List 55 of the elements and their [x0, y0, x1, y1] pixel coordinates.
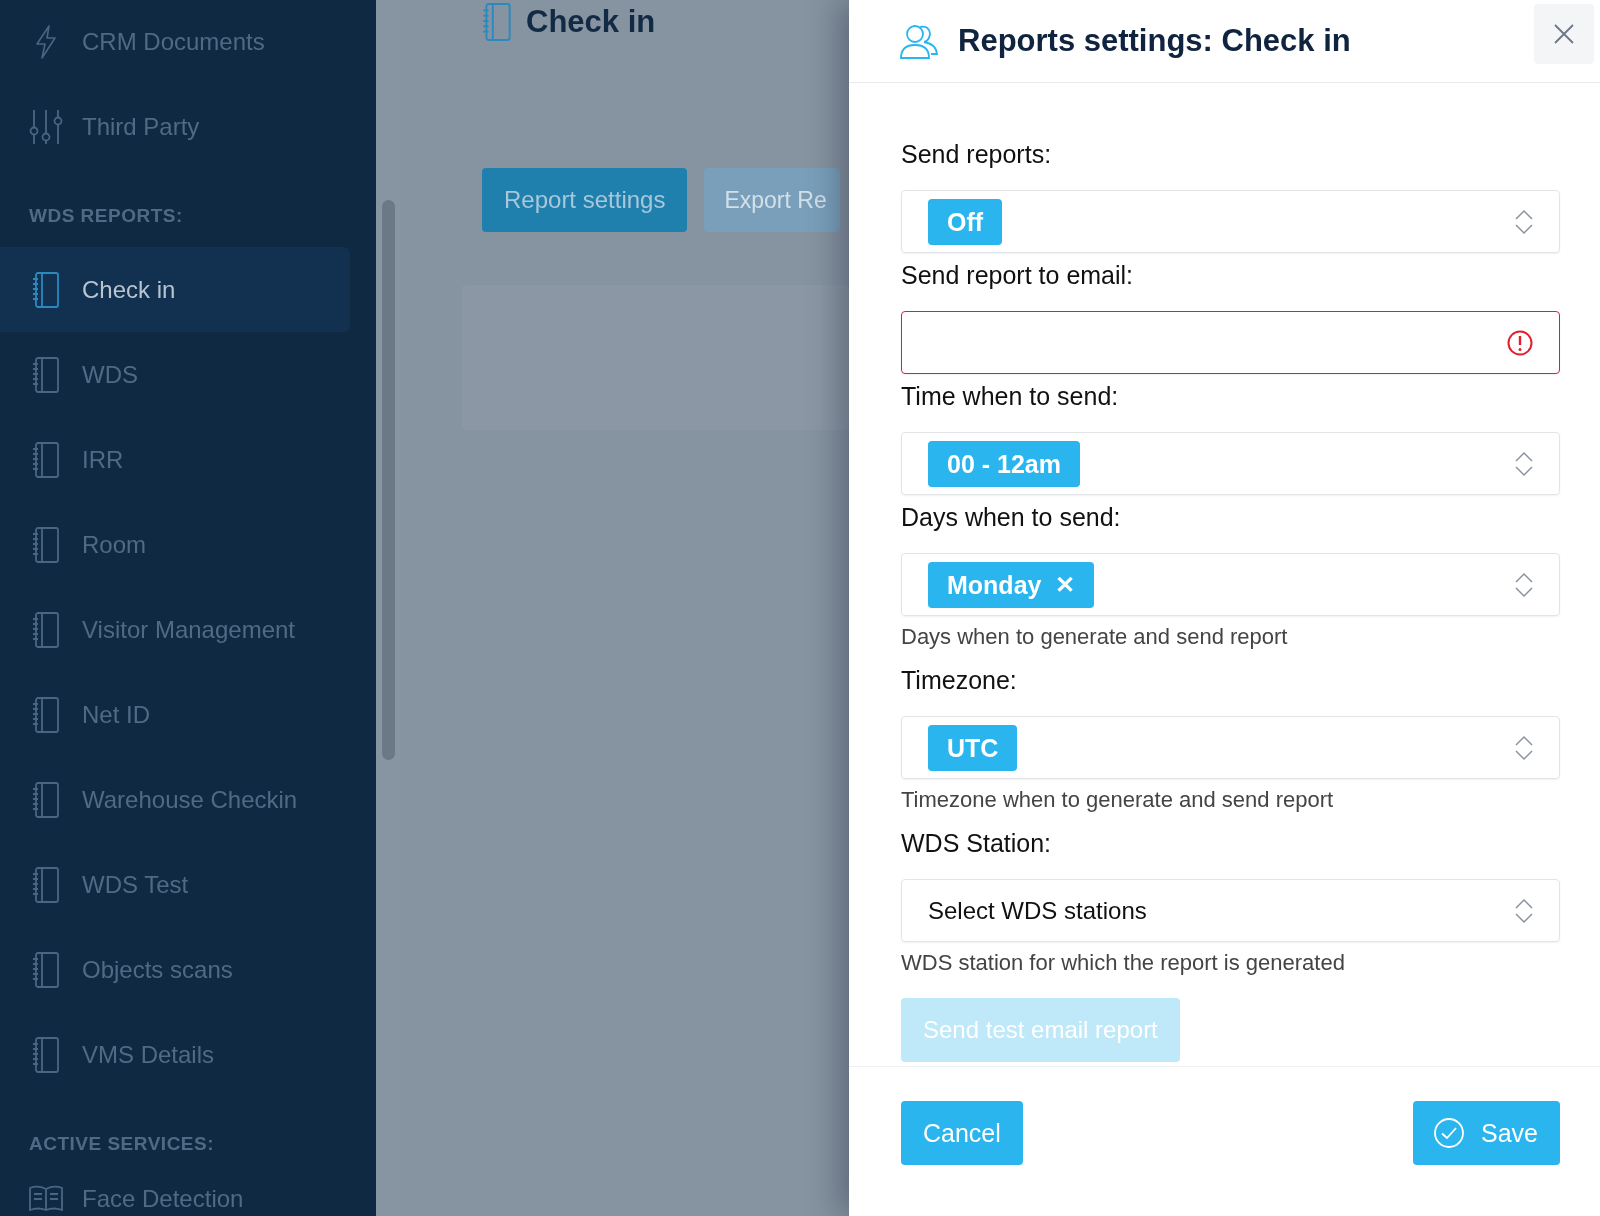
- error-icon: [1507, 329, 1533, 356]
- field-label: Send reports:: [901, 139, 1052, 170]
- close-icon: [1553, 23, 1575, 45]
- field-label: Days when to send:: [901, 502, 1121, 533]
- sidebar-item[interactable]: Net ID: [0, 672, 350, 757]
- page-title: Check in: [526, 4, 656, 40]
- field-label: Send report to email:: [901, 260, 1134, 291]
- select-field[interactable]: UTC: [901, 716, 1560, 779]
- remove-button[interactable]: ✕: [1055, 561, 1076, 608]
- field-label: Timezone:: [901, 665, 1017, 696]
- chevron-updown-icon: [1515, 734, 1533, 761]
- chevron-updown-icon: [1515, 897, 1533, 924]
- sidebar-item[interactable]: Face Detection: [0, 1175, 350, 1216]
- email-field[interactable]: [901, 311, 1560, 374]
- select-field[interactable]: 00 - 12am: [901, 432, 1560, 495]
- field-label: Time when to send:: [901, 381, 1119, 412]
- sidebar-item[interactable]: WDS: [0, 332, 350, 417]
- report-settings-button[interactable]: Report settings: [482, 168, 688, 232]
- help-text: Timezone when to generate and send report: [901, 787, 1334, 813]
- sidebar-item[interactable]: Warehouse Checkin: [0, 757, 350, 842]
- value-tag: 00 - 12am: [928, 440, 1080, 487]
- save-button[interactable]: Save: [1413, 1101, 1560, 1165]
- scrollbar[interactable]: [382, 200, 395, 760]
- sidebar-item[interactable]: Third Party: [0, 84, 350, 169]
- help-text: WDS station for which the report is generated: [901, 950, 1345, 976]
- select-placeholder: Select WDS stations: [928, 896, 1147, 925]
- value-tag: Off: [928, 198, 1003, 245]
- book-icon: [28, 1185, 64, 1211]
- section-heading: ACTIVE SERVICES:: [29, 1133, 215, 1154]
- sidebar-item[interactable]: Check in: [0, 247, 350, 332]
- sidebar-item[interactable]: WDS Test: [0, 842, 350, 927]
- help-text: Days when to generate and send report: [901, 624, 1288, 650]
- field-label: WDS Station:: [901, 828, 1052, 859]
- sliders-icon: [28, 108, 64, 145]
- chevron-updown-icon: [1515, 208, 1533, 235]
- chevron-updown-icon: [1515, 450, 1533, 477]
- value-tag: UTC: [928, 724, 1018, 771]
- users-icon: [900, 23, 938, 59]
- notebook-icon: [482, 3, 512, 41]
- cancel-button[interactable]: Cancel: [901, 1101, 1023, 1165]
- sidebar-item[interactable]: CRM Documents: [0, 0, 350, 84]
- sidebar-item[interactable]: Room: [0, 502, 350, 587]
- sidebar-item[interactable]: Visitor Management: [0, 587, 350, 672]
- value-tag: Monday ✕: [928, 561, 1095, 608]
- close-button[interactable]: [1534, 4, 1594, 64]
- check-circle-icon: [1433, 1117, 1465, 1149]
- select-field[interactable]: Monday ✕: [901, 553, 1560, 616]
- select-field[interactable]: Select WDS stations: [901, 879, 1560, 942]
- sidebar-item[interactable]: IRR: [0, 417, 350, 502]
- sidebar-item[interactable]: VMS Details: [0, 1012, 350, 1097]
- section-heading: WDS REPORTS:: [29, 205, 183, 226]
- dialog-title: Reports settings: Check in: [958, 23, 1352, 59]
- sidebar-item[interactable]: Objects scans: [0, 927, 350, 1012]
- select-field[interactable]: Off: [901, 190, 1560, 253]
- chevron-updown-icon: [1515, 571, 1533, 598]
